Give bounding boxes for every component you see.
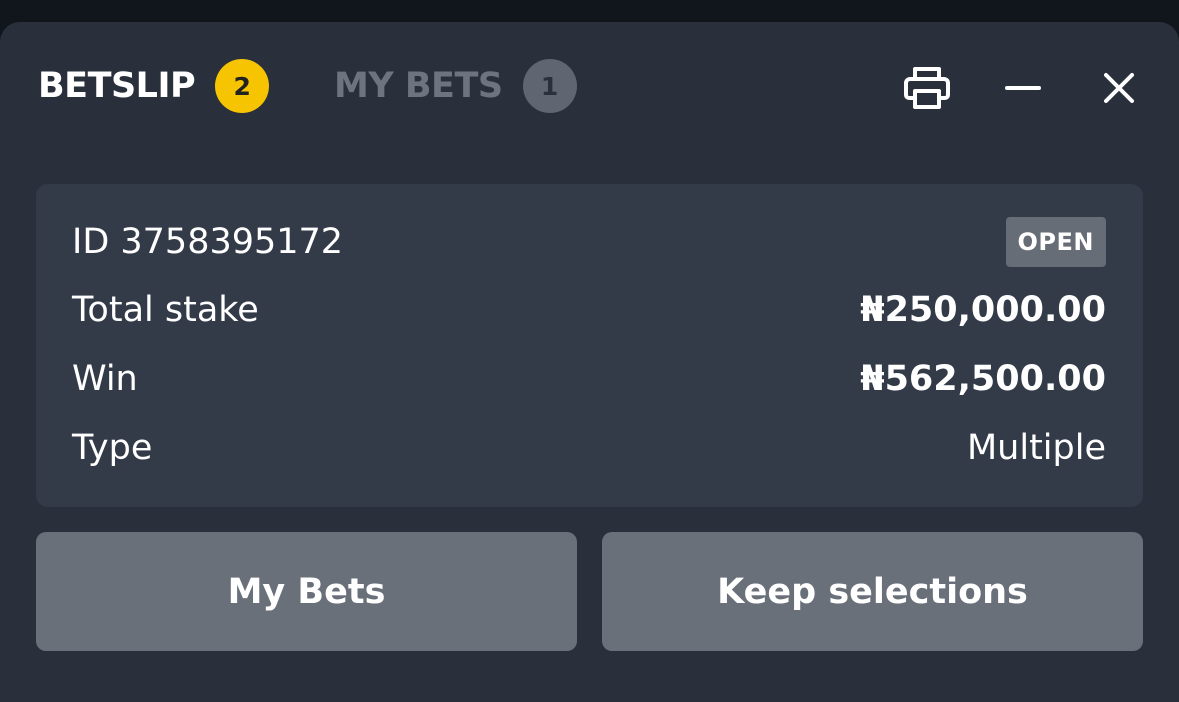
- keep-selections-button[interactable]: Keep selections: [602, 532, 1143, 651]
- win-label: Win: [72, 359, 138, 399]
- total-stake-value: ₦250,000.00: [860, 290, 1106, 330]
- tab-my-bets[interactable]: MY BETS 1: [334, 59, 577, 113]
- bet-id: ID 3758395172: [72, 222, 344, 262]
- minimize-button[interactable]: [995, 60, 1051, 116]
- betslip-header: BETSLIP 2 MY BETS 1: [0, 22, 1179, 148]
- total-stake-label: Total stake: [72, 290, 259, 330]
- betslip-count-badge: 2: [215, 59, 270, 113]
- betslip-panel: BETSLIP 2 MY BETS 1 ID 3758395172 OPEN T…: [0, 22, 1179, 702]
- tab-betslip-label: BETSLIP: [38, 66, 196, 106]
- win-row: Win ₦562,500.00: [72, 355, 1106, 403]
- type-row: Type Multiple: [72, 424, 1106, 472]
- bet-id-row: ID 3758395172 OPEN: [72, 217, 1106, 267]
- print-button[interactable]: [899, 60, 955, 116]
- minimize-icon: [1005, 86, 1041, 90]
- my-bets-button[interactable]: My Bets: [36, 532, 577, 651]
- type-value: Multiple: [966, 428, 1106, 468]
- tab-my-bets-label: MY BETS: [334, 66, 503, 106]
- status-badge: OPEN: [1005, 217, 1106, 267]
- my-bets-count-badge: 1: [522, 59, 577, 113]
- type-label: Type: [72, 428, 153, 468]
- print-icon: [904, 67, 950, 109]
- total-stake-row: Total stake ₦250,000.00: [72, 286, 1106, 334]
- bet-summary-card: ID 3758395172 OPEN Total stake ₦250,000.…: [36, 184, 1143, 507]
- close-icon: [1104, 73, 1134, 103]
- win-value: ₦562,500.00: [860, 359, 1106, 399]
- tab-betslip[interactable]: BETSLIP 2: [38, 59, 270, 113]
- close-button[interactable]: [1091, 60, 1147, 116]
